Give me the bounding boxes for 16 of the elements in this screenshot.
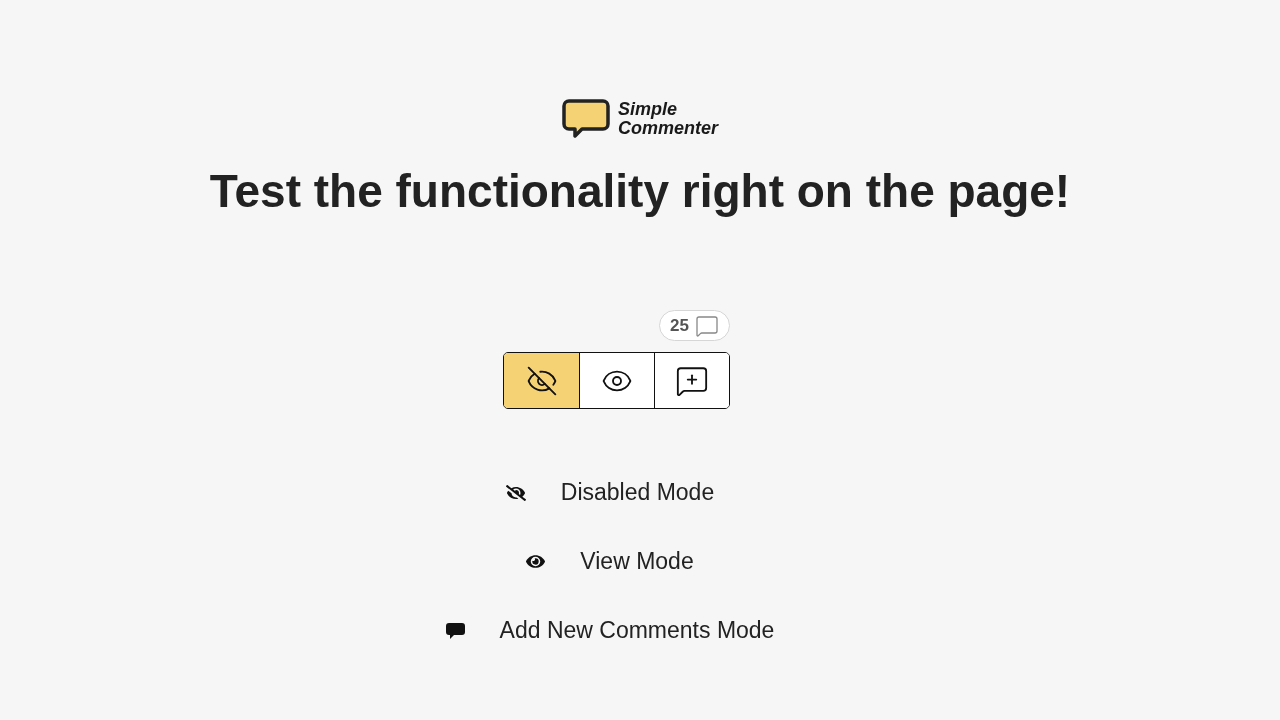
mode-label: Disabled Mode — [560, 478, 715, 508]
eye-off-icon — [505, 482, 526, 503]
view-mode-button[interactable] — [579, 353, 654, 408]
mode-label: Add New Comments Mode — [499, 616, 775, 646]
page-heading: Test the functionality right on the page! — [209, 164, 1071, 219]
logo-text: Simple — [618, 99, 678, 119]
speech-bubble-icon — [695, 313, 719, 338]
speech-bubble-icon — [445, 622, 465, 639]
eye-icon — [526, 552, 546, 571]
mode-label: View Mode — [580, 547, 694, 577]
add-comment-mode-button[interactable] — [654, 353, 729, 408]
eye-off-icon — [525, 364, 558, 397]
speech-bubble-logo-icon — [562, 98, 610, 139]
logo-text: Commenter — [618, 118, 718, 138]
comment-count: 25 — [670, 314, 689, 337]
comment-count-badge[interactable]: 25 — [659, 310, 730, 341]
